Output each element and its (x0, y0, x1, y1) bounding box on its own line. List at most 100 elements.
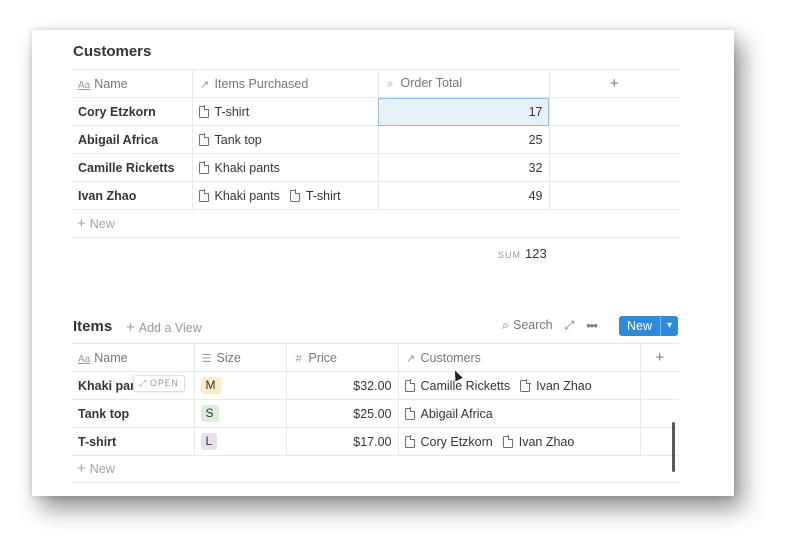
customers-cell[interactable]: Camille Ricketts Ivan Zhao (398, 371, 641, 400)
relation-label: Ivan Zhao (536, 378, 592, 393)
search-button[interactable]: ⌕ Search (502, 318, 553, 333)
divider (72, 237, 679, 238)
column-label: Customers (420, 350, 481, 365)
table-row[interactable]: Abigail Africa Tank top 25 (72, 125, 679, 154)
column-label: Items Purchased (214, 76, 309, 91)
relation-chip[interactable]: Khaki pants (198, 161, 280, 175)
add-view-button[interactable]: + Add a View (126, 319, 202, 336)
sum-calculation[interactable]: SUM 123 (498, 246, 547, 261)
column-header-name[interactable]: Aa Name (72, 343, 195, 372)
column-header-name[interactable]: Aa Name (72, 69, 193, 98)
add-column-button[interactable]: + (549, 69, 679, 98)
empty-cell[interactable] (549, 125, 679, 154)
items-cell[interactable]: T-shirt (192, 97, 379, 126)
name-cell[interactable]: Camille Ricketts (72, 153, 193, 182)
size-cell[interactable]: M (194, 371, 287, 400)
items-new-row-button[interactable]: + New (77, 456, 115, 482)
page-icon (404, 379, 415, 392)
relation-chip[interactable]: Khaki pants (198, 189, 280, 203)
column-header-items-purchased[interactable]: ↗ Items Purchased (192, 69, 379, 98)
items-table: Aa Name ☰ Size # Price ↗ Customers + Khaki p… (72, 343, 679, 456)
name-cell[interactable]: T-shirt (72, 427, 195, 456)
expand-icon: ⤢ (139, 378, 148, 388)
order-total-cell[interactable]: 25 (378, 125, 550, 154)
plus-icon: + (655, 349, 665, 366)
empty-cell[interactable] (549, 97, 679, 126)
page-icon (198, 189, 209, 202)
customers-cell[interactable]: Cory Etzkorn Ivan Zhao (398, 427, 641, 456)
items-cell[interactable]: Khaki pants T-shirt (192, 181, 379, 210)
column-label: Order Total (400, 76, 463, 90)
relation-chip[interactable]: T-shirt (198, 104, 250, 119)
size-tag: L (200, 433, 218, 450)
column-label: Price (308, 350, 337, 365)
page-icon (520, 379, 531, 392)
order-total-cell[interactable]: 17 (378, 97, 550, 126)
items-cell[interactable]: Khaki pants (192, 153, 379, 182)
customers-title: Customers (73, 43, 152, 60)
new-button[interactable]: New ▾ (619, 316, 679, 336)
page-icon (198, 133, 209, 146)
relation-chip[interactable]: Ivan Zhao (520, 379, 592, 393)
relation-label: Tank top (214, 132, 262, 147)
name-cell[interactable]: Cory Etzkorn (72, 97, 193, 126)
open-row-button[interactable]: ⤢ OPEN (133, 375, 185, 392)
plus-icon: + (126, 319, 135, 336)
new-label: New (89, 217, 115, 231)
table-row[interactable]: Tank top S $25.00 Abigail Africa (72, 399, 679, 428)
order-total-cell[interactable]: 49 (378, 181, 550, 210)
column-header-size[interactable]: ☰ Size (194, 343, 287, 372)
table-row[interactable]: Ivan Zhao Khaki pants T-shirt 49 (72, 181, 679, 210)
customers-new-row-button[interactable]: + New (77, 211, 115, 237)
price-cell[interactable]: $17.00 (286, 427, 399, 456)
plus-icon: + (77, 215, 86, 232)
column-label: Name (94, 350, 128, 365)
order-total-cell[interactable]: 32 (378, 153, 550, 182)
name-cell[interactable]: Abigail Africa (72, 125, 193, 154)
relation-chip[interactable]: Ivan Zhao (502, 435, 574, 449)
divider (72, 482, 679, 483)
empty-cell[interactable] (640, 371, 679, 400)
column-header-price[interactable]: # Price (286, 343, 399, 372)
size-cell[interactable]: S (194, 399, 287, 428)
relation-arrow-icon: ↗ (405, 352, 416, 365)
vertical-scrollbar[interactable] (672, 422, 675, 472)
price-cell[interactable]: $25.00 (286, 399, 399, 428)
column-header-customers[interactable]: ↗ Customers (398, 343, 641, 372)
table-row[interactable]: Cory Etzkorn T-shirt 17 (72, 97, 679, 126)
empty-cell[interactable] (549, 153, 679, 182)
column-header-order-total[interactable]: ⌕ Order Total (378, 69, 550, 98)
expand-icon[interactable]: ⤢ (565, 318, 575, 333)
table-row[interactable]: Camille Ricketts Khaki pants 32 (72, 153, 679, 182)
text-property-icon: Aa (78, 79, 91, 91)
relation-label: T-shirt (214, 104, 250, 119)
page-icon (502, 435, 514, 448)
size-tag: M (200, 377, 221, 394)
column-label: Size (216, 350, 241, 365)
name-cell[interactable]: Ivan Zhao (72, 181, 193, 210)
items-toolbar: ⌕ Search ⤢ ••• (502, 318, 598, 333)
search-icon: ⌕ (502, 318, 510, 332)
relation-chip[interactable]: Abigail Africa (404, 406, 493, 421)
chevron-down-icon[interactable]: ▾ (661, 316, 678, 336)
table-row[interactable]: T-shirt L $17.00 Cory Etzkorn Ivan Zhao (72, 427, 679, 456)
page-icon (198, 161, 209, 174)
more-icon[interactable]: ••• (586, 318, 598, 333)
name-cell[interactable]: Tank top (72, 399, 195, 428)
price-cell[interactable]: $32.00 (286, 371, 399, 400)
relation-chip[interactable]: Cory Etzkorn (404, 435, 493, 449)
plus-icon: + (77, 460, 86, 477)
customers-cell[interactable]: Abigail Africa (398, 399, 641, 428)
number-icon: # (295, 352, 302, 365)
add-column-button[interactable]: + (640, 343, 679, 372)
relation-chip[interactable]: Camille Ricketts (404, 379, 510, 393)
relation-chip[interactable]: T-shirt (289, 189, 341, 203)
relation-chip[interactable]: Tank top (198, 132, 262, 147)
open-label: OPEN (150, 378, 179, 388)
customers-header-row: Aa Name ↗ Items Purchased ⌕ Order Total + (72, 69, 679, 98)
relation-label: Abigail Africa (420, 406, 493, 421)
empty-cell[interactable] (549, 181, 679, 210)
items-cell[interactable]: Tank top (192, 125, 379, 154)
items-header-row: Aa Name ☰ Size # Price ↗ Customers + (72, 343, 679, 372)
size-cell[interactable]: L (194, 427, 287, 456)
